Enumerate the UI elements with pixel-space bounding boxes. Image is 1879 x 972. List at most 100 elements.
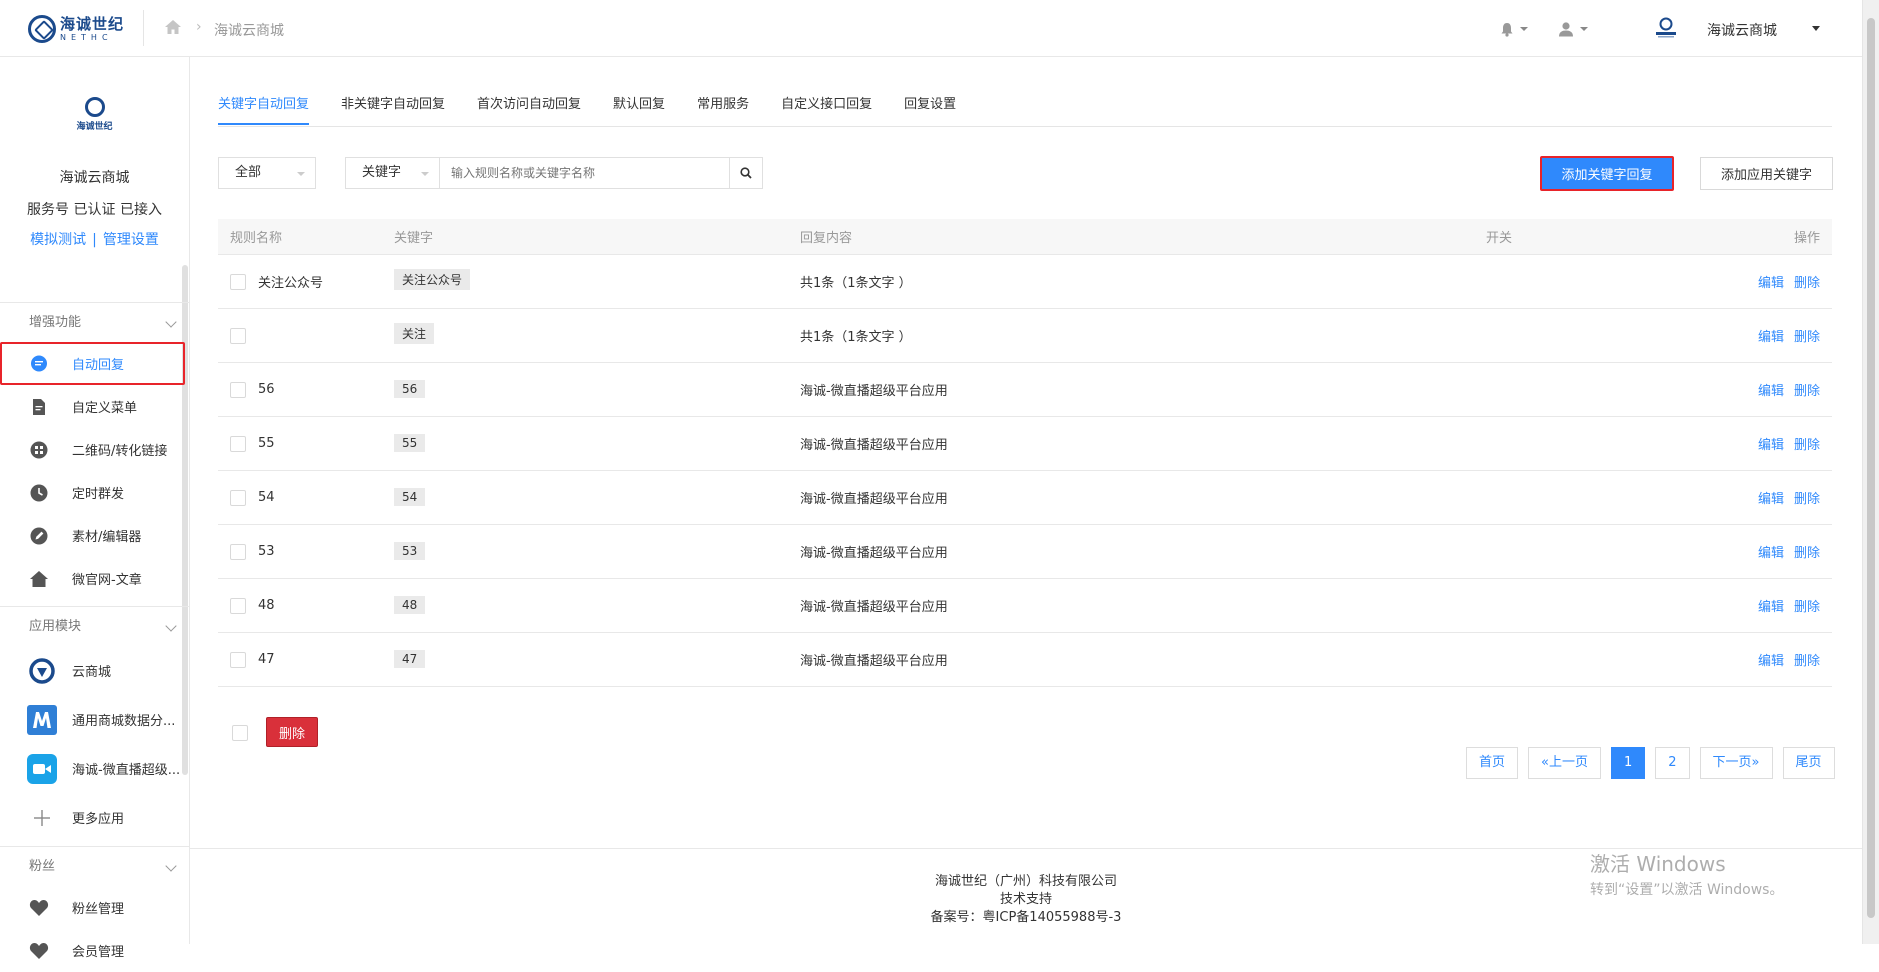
field-select[interactable]: 关键字 xyxy=(345,157,440,189)
section-enhanced-features[interactable]: 增强功能 xyxy=(0,302,189,342)
manage-settings-link[interactable]: 管理设置 xyxy=(103,232,159,248)
account-chevron-down-icon[interactable] xyxy=(1812,26,1820,31)
add-app-keyword-button[interactable]: 添加应用关键字 xyxy=(1700,157,1833,190)
select-all-checkbox[interactable] xyxy=(232,725,248,741)
page-last[interactable]: 尾页 xyxy=(1782,747,1835,779)
delete-link[interactable]: 删除 xyxy=(1794,384,1820,399)
search-icon xyxy=(740,167,752,179)
rule-name: 关注公众号 xyxy=(258,276,324,291)
sidebar-item-fans-manage[interactable]: 粉丝管理 xyxy=(0,886,189,929)
reply-content: 海诚-微直播超级平台应用 xyxy=(800,384,948,399)
user-dropdown[interactable] xyxy=(1558,20,1594,38)
account-name[interactable]: 海诚云商城 xyxy=(1707,20,1777,40)
table-row: 54 54 海诚-微直播超级平台应用 编辑 删除 xyxy=(218,471,1832,525)
keyword-tag: 56 xyxy=(394,379,426,398)
rule-name: 53 xyxy=(258,544,275,559)
scope-select[interactable]: 全部 xyxy=(218,157,316,189)
edit-link[interactable]: 编辑 xyxy=(1758,654,1784,669)
row-checkbox[interactable] xyxy=(230,651,246,668)
page-1[interactable]: 1 xyxy=(1610,747,1646,779)
row-checkbox[interactable] xyxy=(230,327,246,344)
delete-link[interactable]: 删除 xyxy=(1794,654,1820,669)
user-icon xyxy=(1559,22,1573,37)
sidebar-app-live-stream[interactable]: 海诚-微直播超级... xyxy=(0,744,189,793)
sidebar-item-custom-menu[interactable]: 自定义菜单 xyxy=(0,385,189,428)
edit-link[interactable]: 编辑 xyxy=(1758,600,1784,615)
footer-icp[interactable]: 备案号：粤ICP备14055988号-3 xyxy=(190,909,1862,927)
tab-reply-settings[interactable]: 回复设置 xyxy=(888,87,972,127)
add-keyword-reply-button[interactable]: 添加关键字回复 xyxy=(1540,156,1674,191)
sidebar-item-material-editor[interactable]: 素材/编辑器 xyxy=(0,514,189,557)
row-checkbox[interactable] xyxy=(230,543,246,560)
tab-non-keyword-reply[interactable]: 非关键字自动回复 xyxy=(325,87,461,127)
search-input[interactable] xyxy=(440,157,730,189)
delete-link[interactable]: 删除 xyxy=(1794,600,1820,615)
home-icon[interactable] xyxy=(164,19,182,35)
notification-dropdown[interactable] xyxy=(1500,20,1534,38)
section-app-modules[interactable]: 应用模块 xyxy=(0,606,189,646)
plus-icon xyxy=(27,803,57,833)
delete-link[interactable]: 删除 xyxy=(1794,546,1820,561)
page-next[interactable]: 下一页» xyxy=(1699,747,1773,779)
delete-link[interactable]: 删除 xyxy=(1794,330,1820,345)
sidebar-app-more[interactable]: 更多应用 xyxy=(0,793,189,842)
page-2[interactable]: 2 xyxy=(1655,747,1690,779)
delete-link[interactable]: 删除 xyxy=(1794,276,1820,291)
reply-tabs: 关键字自动回复 非关键字自动回复 首次访问自动回复 默认回复 常用服务 自定义接… xyxy=(218,87,1832,127)
main-content: 关键字自动回复 非关键字自动回复 首次访问自动回复 默认回复 常用服务 自定义接… xyxy=(190,57,1862,944)
rule-name: 47 xyxy=(258,652,275,667)
sidebar-item-scheduled-send[interactable]: 定时群发 xyxy=(0,471,189,514)
reply-content: 海诚-微直播超级平台应用 xyxy=(800,438,948,453)
edit-link[interactable]: 编辑 xyxy=(1758,546,1784,561)
row-checkbox[interactable] xyxy=(230,435,246,452)
tab-default-reply[interactable]: 默认回复 xyxy=(597,87,681,127)
simulate-test-link[interactable]: 模拟测试 xyxy=(30,232,86,248)
header-rule-name: 规则名称 xyxy=(230,231,283,246)
page-scrollbar-thumb[interactable] xyxy=(1867,18,1875,918)
sidebar-item-microsite-article[interactable]: 微官网-文章 xyxy=(0,557,189,600)
edit-link[interactable]: 编辑 xyxy=(1758,492,1784,507)
delete-link[interactable]: 删除 xyxy=(1794,492,1820,507)
chevron-down-icon xyxy=(165,860,177,872)
nethc-logo-icon xyxy=(28,15,56,43)
home-icon xyxy=(29,569,49,589)
sidebar-item-member-manage[interactable]: 会员管理 xyxy=(0,929,189,972)
edit-link[interactable]: 编辑 xyxy=(1758,330,1784,345)
brand-logo[interactable]: 海诚世纪 NETHC xyxy=(28,12,128,46)
delete-link[interactable]: 删除 xyxy=(1794,438,1820,453)
tab-keyword-reply[interactable]: 关键字自动回复 xyxy=(218,87,325,127)
edit-link[interactable]: 编辑 xyxy=(1758,438,1784,453)
account-status: 服务号 已认证 已接入 xyxy=(27,202,162,218)
keyword-tag: 55 xyxy=(394,433,426,452)
active-tab-underline xyxy=(218,123,310,125)
logo-cn-text: 海诚世纪 xyxy=(60,14,125,33)
tab-first-visit-reply[interactable]: 首次访问自动回复 xyxy=(461,87,597,127)
keyword-tag: 关注 xyxy=(394,323,435,344)
page-first[interactable]: 首页 xyxy=(1466,747,1519,779)
sidebar-item-auto-reply[interactable]: 自动回复 xyxy=(0,342,185,385)
edit-link[interactable]: 编辑 xyxy=(1758,276,1784,291)
table-row: 53 53 海诚-微直播超级平台应用 编辑 删除 xyxy=(218,525,1832,579)
account-title: 海诚云商城 xyxy=(59,170,130,186)
table-header: 规则名称 关键字 回复内容 开关 操作 xyxy=(218,219,1832,255)
table-row: 47 47 海诚-微直播超级平台应用 编辑 删除 xyxy=(218,633,1832,687)
sidebar-app-cloud-mall[interactable]: 云商城 xyxy=(0,646,189,695)
row-checkbox[interactable] xyxy=(230,273,246,290)
row-checkbox[interactable] xyxy=(230,597,246,614)
page-prev[interactable]: «上一页 xyxy=(1528,747,1601,779)
section-fans[interactable]: 粉丝 xyxy=(0,846,189,886)
breadcrumb[interactable]: 海诚云商城 xyxy=(214,20,284,40)
sidebar-item-qrcode[interactable]: 二维码/转化链接 xyxy=(0,428,189,471)
search-button[interactable] xyxy=(730,157,763,189)
row-checkbox[interactable] xyxy=(230,489,246,506)
tab-custom-api-reply[interactable]: 自定义接口回复 xyxy=(765,87,888,127)
nethc-logo-icon xyxy=(27,656,57,686)
sidebar-app-mall-analytics[interactable]: 通用商城数据分... xyxy=(0,695,189,744)
edit-link[interactable]: 编辑 xyxy=(1758,384,1784,399)
page-scrollbar[interactable] xyxy=(1862,0,1879,944)
row-checkbox[interactable] xyxy=(230,381,246,398)
video-icon xyxy=(27,753,57,784)
rule-name: 54 xyxy=(258,490,275,505)
tab-common-services[interactable]: 常用服务 xyxy=(681,87,765,127)
bulk-delete-button[interactable]: 删除 xyxy=(266,717,318,747)
